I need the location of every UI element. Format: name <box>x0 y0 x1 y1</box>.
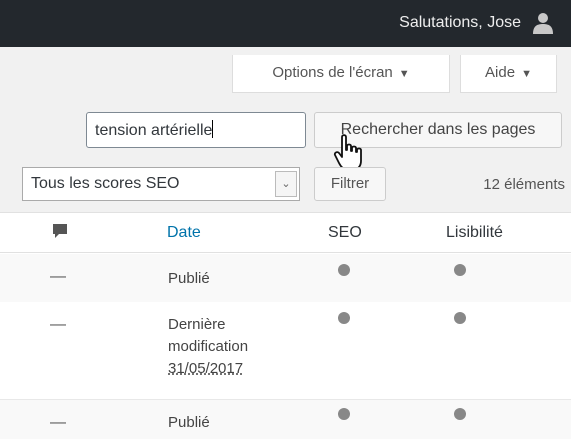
column-header-seo: SEO <box>328 224 362 241</box>
seo-score-dot <box>338 264 350 276</box>
screen-options-label: Options de l'écran <box>272 64 393 81</box>
seo-score-select[interactable]: Tous les scores SEO ⌄ <box>22 167 300 201</box>
seo-score-dot <box>338 408 350 420</box>
table-header: Date SEO Lisibilité <box>0 213 571 253</box>
readability-score-dot <box>454 312 466 324</box>
seo-select-value: Tous les scores SEO <box>31 175 180 192</box>
readability-score-dot <box>454 264 466 276</box>
comment-icon <box>53 224 67 238</box>
comment-count: — <box>50 316 66 333</box>
help-button[interactable]: Aide ▼ <box>460 55 557 93</box>
modified-date: 31/05/2017 <box>168 360 244 377</box>
readability-score-dot <box>454 408 466 420</box>
table-row: — Publié <box>0 254 571 302</box>
table-row: — Publié <box>0 399 571 439</box>
help-label: Aide <box>485 64 516 81</box>
item-count: 12 éléments <box>483 176 565 193</box>
status-line-2: modification <box>168 338 249 355</box>
comment-count: — <box>50 414 66 431</box>
publish-status: Publié <box>168 414 210 431</box>
chevron-down-icon[interactable]: ⌄ <box>275 171 297 197</box>
column-header-readability: Lisibilité <box>446 224 503 241</box>
modified-status: Dernière modification 31/05/2017 <box>168 314 248 380</box>
status-line-1: Dernière <box>168 316 226 333</box>
admin-bar: Salutations, Jose <box>0 0 571 47</box>
column-header-date[interactable]: Date <box>167 224 201 242</box>
table-row: — Dernière modification 31/05/2017 <box>0 302 571 398</box>
search-input-value: tension artérielle <box>95 122 213 139</box>
comment-count: — <box>50 268 66 285</box>
seo-score-dot <box>338 312 350 324</box>
pages-table: Date SEO Lisibilité — Publié — Dernière … <box>0 212 571 439</box>
search-input[interactable]: tension artérielle <box>86 112 306 148</box>
screen-options-button[interactable]: Options de l'écran ▼ <box>232 55 450 93</box>
text-cursor <box>212 120 214 138</box>
greeting-link[interactable]: Salutations, Jose <box>399 14 521 32</box>
user-icon[interactable] <box>531 12 555 34</box>
publish-status: Publié <box>168 270 210 287</box>
caret-down-icon: ▼ <box>521 68 532 80</box>
filter-button[interactable]: Filtrer <box>314 167 386 201</box>
caret-down-icon: ▼ <box>398 68 410 80</box>
